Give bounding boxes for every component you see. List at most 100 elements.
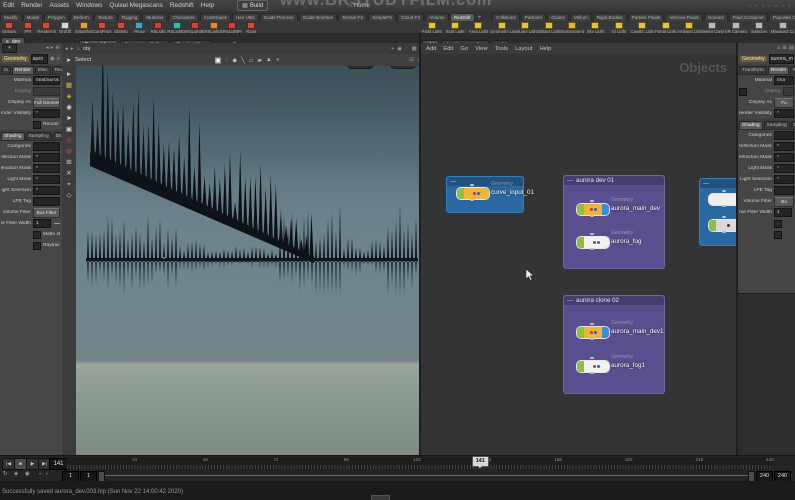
node-output-connector[interactable]: [590, 248, 594, 250]
menu-redshift[interactable]: Redshift: [170, 2, 194, 9]
handles-icon[interactable]: ▣: [66, 126, 72, 133]
pin-icon[interactable]: ⊕: [55, 45, 60, 51]
shelf-tab-deform[interactable]: Deform: [69, 13, 93, 21]
shelf-tool-proxy[interactable]: Proxy: [130, 21, 149, 33]
link-icon[interactable]: ⊞: [782, 45, 787, 51]
shelf-tool-ambient-light[interactable]: Ambient Light: [677, 21, 701, 33]
select-tool-icon[interactable]: ◉: [66, 104, 72, 111]
shelf-tab-viscous-fluids[interactable]: Viscous Fluids: [665, 13, 703, 21]
network-menu-view[interactable]: View: [475, 46, 487, 52]
shelf-tab-oceans[interactable]: Oceans: [703, 13, 728, 21]
shelf-tool-gi-light[interactable]: GI Light: [607, 21, 630, 33]
subtab-sampling[interactable]: Sampling: [25, 132, 52, 140]
shelf-tab-constraints[interactable]: Constraints: [199, 13, 231, 21]
parameter-field[interactable]: *: [774, 175, 794, 184]
back-arrow-icon[interactable]: ◂: [46, 45, 49, 51]
shelf-tab-terrain-fx[interactable]: Terrain FX: [338, 13, 368, 21]
magnify-icon[interactable]: ◌: [405, 46, 408, 52]
shelf-tool-options[interactable]: Options: [0, 21, 19, 33]
diamond-icon[interactable]: ◇: [67, 192, 72, 199]
display-flag[interactable]: [577, 204, 584, 215]
node-aurora_main_dev[interactable]: Geometry aurora_main_dev: [576, 197, 660, 217]
node-input-connector[interactable]: [590, 233, 594, 235]
network-menu-go[interactable]: Go: [460, 46, 468, 52]
current-frame-field[interactable]: 141: [49, 458, 68, 470]
display-flag[interactable]: [577, 237, 584, 248]
keyframe-toggle-icon[interactable]: ◉: [25, 471, 30, 477]
layout-icon[interactable]: ▦: [66, 82, 72, 89]
network-menu-layout[interactable]: Layout: [515, 46, 532, 52]
add-view-icon[interactable]: +: [391, 46, 394, 52]
current-frame-marker[interactable]: 141: [471, 456, 489, 468]
expand-icon[interactable]: ⊡: [409, 57, 414, 63]
parameter-field[interactable]: [774, 186, 794, 195]
network-menu-help[interactable]: Help: [539, 46, 551, 52]
shelf-tool-camfrom[interactable]: CamFrom: [93, 21, 112, 33]
shelf-tool-environment-light[interactable]: Environment Light: [560, 21, 584, 33]
shelf-tool-rslightsun[interactable]: RSLightSun: [205, 21, 223, 33]
subtab-sampling[interactable]: Sampling: [763, 121, 790, 129]
display-flag[interactable]: [457, 188, 464, 199]
render-flag[interactable]: [602, 327, 609, 338]
node-name-field[interactable]: auro: [30, 53, 48, 64]
network-editor-canvas[interactable]: Objects — — Geometry curve_input_01— aurora…: [420, 54, 737, 455]
subtab-shading[interactable]: Shading: [1, 132, 25, 140]
shelf-tool-point-light[interactable]: Point Light: [420, 21, 443, 33]
node-aurora_main_dev1[interactable]: Geometry aurora_main_dev1: [576, 320, 664, 340]
network-menu-edit[interactable]: Edit: [443, 46, 453, 52]
node-output-connector[interactable]: [590, 372, 594, 374]
shelf-tab-particles[interactable]: Particles: [520, 13, 547, 21]
network-box-header[interactable]: — aurora clone 02: [564, 296, 664, 305]
shelf-tool-objinfo[interactable]: ObjInfo: [112, 21, 131, 33]
shelf-tool-on-off[interactable]: On/Off: [56, 21, 75, 33]
parameter-menu-button[interactable]: Full Geometry: [33, 97, 60, 108]
network-menu-tools[interactable]: Tools: [495, 46, 509, 52]
geo-light-node[interactable]: [708, 216, 737, 233]
display-flag[interactable]: [577, 327, 584, 338]
node-output-connector[interactable]: [470, 199, 474, 201]
shelf-tab-modify[interactable]: Modify: [0, 13, 22, 21]
menu-windows[interactable]: Windows: [76, 2, 102, 9]
folder-tab-misc[interactable]: Misc: [790, 66, 795, 74]
shelf-tab-cloud-fx[interactable]: Cloud FX: [397, 13, 425, 21]
shelf-tool-rslightdome[interactable]: RSLightDome: [167, 21, 186, 33]
node-menu-icon[interactable]: ≡: [57, 56, 60, 62]
shelf-tool-caustic-light[interactable]: Caustic Light: [631, 21, 654, 33]
select-groups-icon[interactable]: ▲: [266, 57, 272, 64]
shelf-tool-portal-light[interactable]: Portal Light: [654, 21, 677, 33]
shelf-tool-snapshot[interactable]: Snapshot: [74, 21, 93, 33]
menu-help[interactable]: Help: [201, 2, 214, 9]
shelf-tab-redshift[interactable]: Redshift: [449, 13, 475, 21]
snap-icon[interactable]: ◎: [66, 137, 72, 144]
desktop-selector[interactable]: ▦ Build: [237, 0, 269, 11]
node-curve_input_01[interactable]: Geometry curve_input_01: [456, 181, 534, 201]
shelf-tool-area-light[interactable]: Area Light: [467, 21, 490, 33]
parameter-field[interactable]: [33, 87, 60, 96]
shelf-tab-volume[interactable]: Volume: [425, 13, 449, 21]
shelf-tab-characters[interactable]: Characters: [168, 13, 199, 21]
pane-link-dropdown[interactable]: ▾: [2, 43, 17, 53]
secure-selection-icon[interactable]: ●: [276, 57, 280, 64]
folder-tab-render[interactable]: Render: [12, 66, 34, 74]
shelf-tab-polygon[interactable]: Polygon: [44, 13, 69, 21]
node-output-connector[interactable]: [590, 215, 594, 217]
parameter-checkbox[interactable]: [33, 241, 41, 250]
path-back-icon[interactable]: ◂: [65, 46, 68, 52]
parameter-menu-button[interactable]: Bo: [774, 196, 794, 207]
shelf-tool-geometry-light[interactable]: Geometry Light: [490, 21, 514, 33]
parameter-field[interactable]: 1: [33, 219, 51, 228]
minimize-dash-icon[interactable]: —: [567, 178, 573, 184]
parameter-field[interactable]: *: [33, 186, 60, 195]
shelf-tool-vr-camera[interactable]: VR Camera: [724, 21, 747, 33]
parameter-field[interactable]: *: [33, 109, 60, 118]
node-input-connector[interactable]: [470, 184, 474, 186]
path-forward-icon[interactable]: ▸: [71, 46, 74, 52]
playback-range-track[interactable]: [100, 475, 750, 476]
scene-viewport[interactable]: Persp ▾ cam1 ▾: [76, 66, 420, 455]
select-contained-icon[interactable]: ▰: [257, 57, 262, 64]
next-key-icon[interactable]: ▸: [46, 471, 49, 477]
laser-select-icon[interactable]: ╲: [241, 57, 245, 64]
parameter-field[interactable]: 1: [774, 208, 792, 217]
parameter-field[interactable]: /mat/aurora_: [33, 76, 60, 85]
parameter-menu-button[interactable]: Fu: [774, 97, 794, 108]
